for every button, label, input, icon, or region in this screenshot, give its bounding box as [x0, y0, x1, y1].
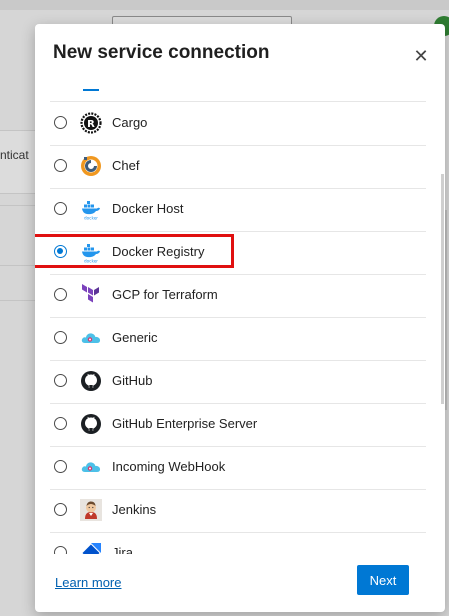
svg-text:docker: docker	[84, 216, 98, 221]
docker-icon: docker	[82, 201, 100, 221]
list-scrollbar[interactable]	[441, 174, 444, 404]
list-item-docker-registry[interactable]: docker Docker Registry	[50, 231, 426, 275]
list-item-github-enterprise-server[interactable]: GitHub Enterprise Server	[50, 403, 426, 447]
item-label: Jira	[112, 545, 133, 554]
radio-github-enterprise-server[interactable]	[54, 417, 67, 430]
chef-icon	[81, 156, 101, 176]
radio-cargo[interactable]	[54, 116, 67, 129]
list-item-generic[interactable]: Generic	[50, 317, 426, 361]
item-label: Jenkins	[112, 502, 157, 517]
radio-github[interactable]	[54, 374, 67, 387]
jenkins-icon	[80, 499, 102, 521]
list-item-jira[interactable]: Jira	[50, 532, 426, 554]
radio-gcp-for-terraform[interactable]	[54, 288, 67, 301]
radio-docker-host[interactable]	[54, 202, 67, 215]
svg-text:R: R	[87, 119, 95, 130]
item-label: Docker Host	[112, 201, 184, 216]
item-label: GCP for Terraform	[112, 287, 218, 302]
radio-jenkins[interactable]	[54, 503, 67, 516]
radio-incoming-webhook[interactable]	[54, 460, 67, 473]
list-item-cargo[interactable]: R Cargo	[50, 102, 426, 146]
list-item-incoming-webhook[interactable]: Incoming WebHook	[50, 446, 426, 490]
radio-docker-registry[interactable]	[54, 245, 67, 258]
terraform-icon	[82, 284, 99, 303]
list-item-chef[interactable]: Chef	[50, 145, 426, 189]
close-button[interactable]: ✕	[411, 46, 431, 66]
radio-jira[interactable]	[54, 546, 67, 554]
background-scrollbar	[445, 210, 447, 410]
list-item-docker-host[interactable]: docker Docker Host	[50, 188, 426, 232]
item-label: Cargo	[112, 115, 148, 130]
background-card	[0, 130, 36, 194]
background-divider	[0, 300, 36, 301]
item-label: Chef	[112, 158, 140, 173]
item-label: GitHub Enterprise Server	[112, 416, 258, 431]
background-divider	[0, 265, 36, 266]
github-icon	[81, 371, 101, 391]
item-label: Incoming WebHook	[112, 459, 226, 474]
list-item-github[interactable]: GitHub	[50, 360, 426, 404]
connection-type-list[interactable]: R Cargo Chef docker Docker Host docker D…	[35, 84, 445, 554]
list-item-gcp-for-terraform[interactable]: GCP for Terraform	[50, 274, 426, 318]
cloud-icon	[81, 333, 101, 343]
list-scroll-indicator	[83, 89, 99, 91]
new-service-connection-dialog: New service connection ✕ R Cargo Chef do…	[35, 24, 445, 612]
svg-text:docker: docker	[84, 259, 98, 264]
next-button[interactable]: Next	[357, 565, 409, 595]
list-item-jenkins[interactable]: Jenkins	[50, 489, 426, 533]
close-icon: ✕	[413, 46, 429, 66]
webhook-cloud-icon	[81, 462, 101, 472]
background-card-text: nticat	[0, 148, 29, 162]
radio-chef[interactable]	[54, 159, 67, 172]
docker-icon: docker	[82, 244, 100, 264]
radio-generic[interactable]	[54, 331, 67, 344]
jira-icon	[82, 543, 101, 554]
learn-more-link[interactable]: Learn more	[55, 575, 121, 590]
item-label: Docker Registry	[112, 244, 205, 259]
background-divider	[0, 205, 36, 206]
rust-cargo-icon: R	[80, 112, 102, 134]
dialog-title: New service connection	[53, 42, 270, 63]
item-label: Generic	[112, 330, 158, 345]
item-label: GitHub	[112, 373, 153, 388]
github-icon	[81, 414, 101, 434]
background-top-bar	[0, 0, 449, 10]
